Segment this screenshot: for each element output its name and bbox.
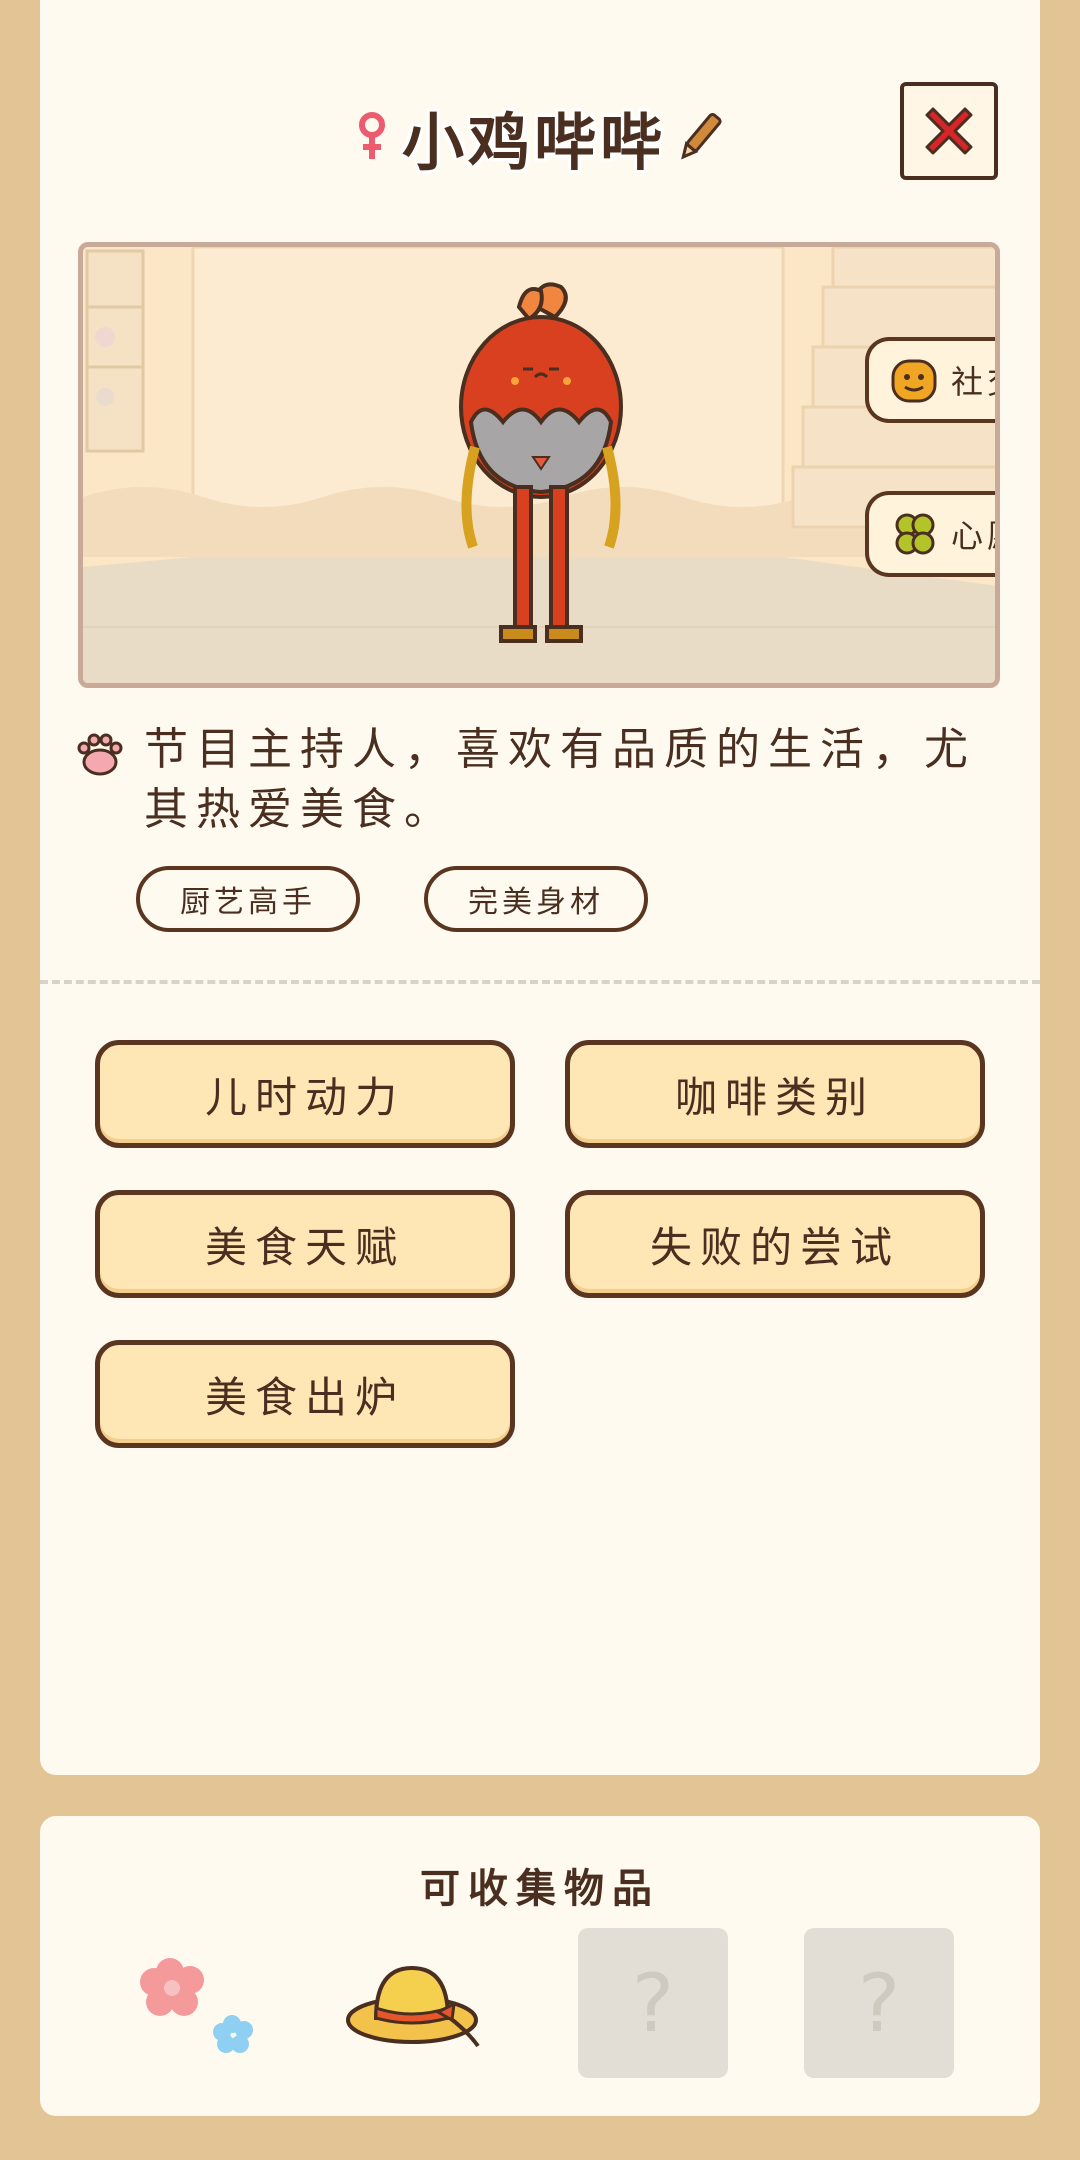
collectibles-title: 可收集物品 bbox=[420, 1866, 660, 1912]
character-profile-card: 小鸡哔哔 社 心 节目主持人，喜欢有品质的生活，尤其热爱美食。 厨艺高手 完美身… bbox=[40, 0, 1040, 1775]
character-name: 小鸡哔哔 bbox=[401, 106, 666, 179]
social-icon bbox=[891, 359, 937, 403]
wish-label: 心愿 bbox=[951, 517, 995, 555]
close-button[interactable] bbox=[900, 82, 998, 180]
clover-icon bbox=[895, 513, 935, 555]
female-icon bbox=[358, 112, 385, 159]
collectibles-card: 可收集物品 ? ? bbox=[40, 1816, 1040, 2116]
collectible-slot-locked[interactable]: ? bbox=[804, 1928, 954, 2078]
character-description: 节目主持人，喜欢有品质的生活，尤其热爱美食。 bbox=[144, 724, 976, 835]
collectible-slot-locked[interactable]: ? bbox=[578, 1928, 728, 2078]
title-bar: 小鸡哔哔 bbox=[40, 92, 1040, 182]
story-button-coffee-type[interactable]: 咖啡类别 bbox=[565, 1040, 985, 1148]
character-scene: 社交 心愿 bbox=[78, 242, 1000, 688]
story-button-food-ready[interactable]: 美食出炉 bbox=[95, 1340, 515, 1448]
room-background bbox=[83, 247, 995, 683]
description-row: 节目主持人，喜欢有品质的生活，尤其热爱美食。 bbox=[76, 720, 1016, 840]
trait-tag: 完美身材 bbox=[424, 866, 648, 932]
social-label: 社交 bbox=[951, 363, 995, 401]
wish-button[interactable]: 心愿 bbox=[865, 491, 995, 577]
story-button-food-talent[interactable]: 美食天赋 bbox=[95, 1190, 515, 1298]
collectible-slot-straw-hat[interactable] bbox=[340, 1928, 490, 2078]
collectible-slot-flowers[interactable] bbox=[120, 1928, 270, 2078]
flowers-icon bbox=[140, 1958, 253, 2053]
dashed-divider bbox=[40, 980, 1040, 984]
pencil-icon[interactable] bbox=[678, 109, 722, 165]
story-button-childhood-motivation[interactable]: 儿时动力 bbox=[95, 1040, 515, 1148]
social-button[interactable]: 社交 bbox=[865, 337, 995, 423]
paw-icon bbox=[77, 733, 123, 776]
trait-tag: 厨艺高手 bbox=[136, 866, 360, 932]
story-button-failed-attempt[interactable]: 失败的尝试 bbox=[565, 1190, 985, 1298]
close-icon bbox=[925, 107, 973, 155]
straw-hat-icon bbox=[346, 1965, 480, 2048]
